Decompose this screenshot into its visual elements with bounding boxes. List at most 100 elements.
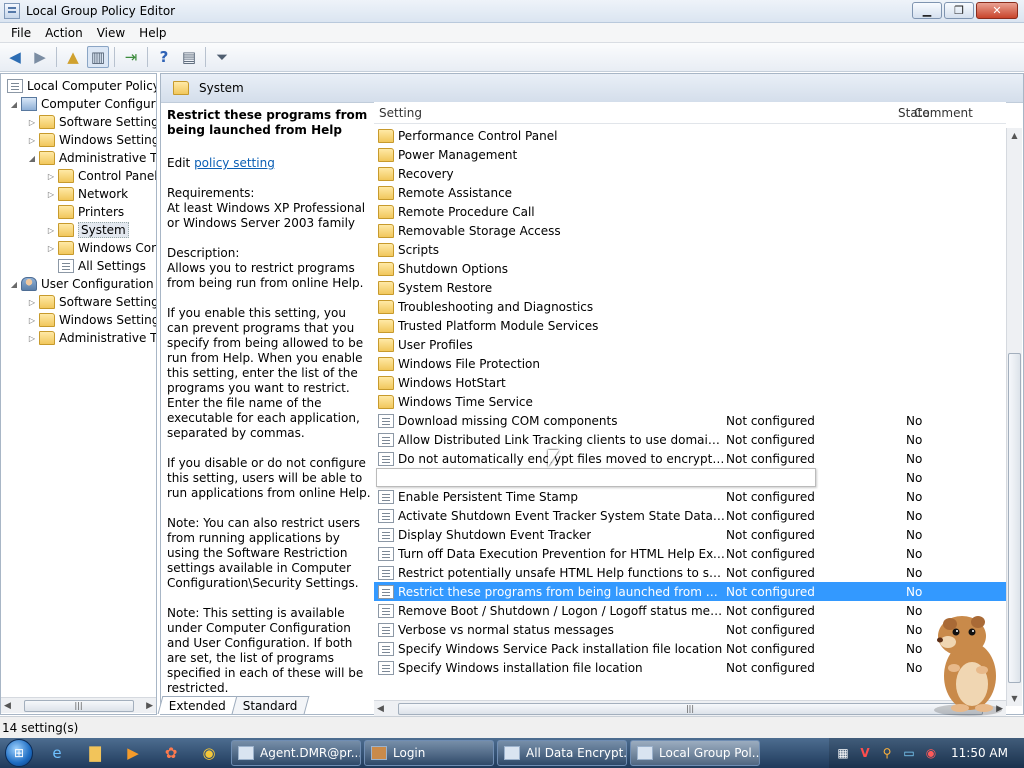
expand-triangle-icon[interactable]: ▷: [27, 316, 37, 325]
taskbar-item-login[interactable]: Login: [364, 740, 494, 766]
column-state[interactable]: State: [726, 106, 930, 120]
folder-row[interactable]: Windows File Protection: [374, 354, 1006, 373]
properties-icon[interactable]: ▤: [178, 46, 200, 68]
folder-row[interactable]: Power Management: [374, 145, 1006, 164]
tree-item-user-configuration[interactable]: ◢ User Configuration: [9, 275, 154, 293]
tree-scroll-thumb[interactable]: |||: [23, 699, 134, 712]
export-list-icon[interactable]: ⇥: [120, 46, 142, 68]
tree-item-administrative-templates[interactable]: ◢ Administrative Te: [27, 149, 156, 167]
up-folder-icon[interactable]: ▲: [62, 46, 84, 68]
policy-row[interactable]: Activate Shutdown Event Tracker System S…: [374, 506, 1006, 525]
antivirus-icon[interactable]: V: [857, 745, 873, 761]
taskbar-item-data-encryption[interactable]: All Data Encrypt...: [497, 740, 627, 766]
tree-item-software-settings[interactable]: ▷ Software Settings: [27, 113, 156, 131]
policy-row[interactable]: Download missing COM components Not confi…: [374, 411, 1006, 430]
folder-row[interactable]: System Restore: [374, 278, 1006, 297]
policy-row[interactable]: Display Shutdown Event Tracker Not config…: [374, 525, 1006, 544]
app-launcher-icon[interactable]: ✿: [152, 739, 190, 767]
policy-row[interactable]: Restrict these programs from being launc…: [374, 582, 1006, 601]
menu-help[interactable]: Help: [132, 26, 173, 40]
filter-icon[interactable]: ⏷: [211, 46, 233, 68]
expand-triangle-icon[interactable]: ▷: [46, 190, 56, 199]
policy-row[interactable]: Enable Persistent Time Stamp Not configur…: [374, 487, 1006, 506]
policy-row[interactable]: Restrict potentially unsafe HTML Help fu…: [374, 563, 1006, 582]
policy-row[interactable]: Do not automatically encrypt files moved…: [374, 449, 1006, 468]
folder-row[interactable]: Windows HotStart: [374, 373, 1006, 392]
tree-item-network[interactable]: ▷ Network: [46, 185, 128, 203]
folder-row[interactable]: Shutdown Options: [374, 259, 1006, 278]
folder-row[interactable]: Scripts: [374, 240, 1006, 259]
menu-file[interactable]: File: [4, 26, 38, 40]
tree-item-user-software-settings[interactable]: ▷ Software Settings: [27, 293, 156, 311]
folder-row[interactable]: Trusted Platform Module Services: [374, 316, 1006, 335]
folder-row[interactable]: Remote Assistance: [374, 183, 1006, 202]
network-tray-icon[interactable]: ▭: [901, 745, 917, 761]
tab-standard[interactable]: Standard: [231, 696, 310, 714]
policy-row[interactable]: Allow Distributed Link Tracking clients …: [374, 430, 1006, 449]
tree-horizontal-scrollbar[interactable]: ◀ ||| ▶: [1, 697, 156, 713]
policy-row[interactable]: Remove Boot / Shutdown / Logon / Logoff …: [374, 601, 1006, 620]
start-button[interactable]: ⊞: [0, 738, 38, 768]
folder-row[interactable]: Remote Procedure Call: [374, 202, 1006, 221]
collapse-triangle-icon[interactable]: ◢: [9, 100, 19, 109]
folder-row[interactable]: Recovery: [374, 164, 1006, 183]
policy-row[interactable]: Specify Windows installation file locati…: [374, 658, 1006, 677]
expand-triangle-icon[interactable]: ▷: [46, 226, 56, 235]
folder-row[interactable]: Removable Storage Access: [374, 221, 1006, 240]
forward-arrow-icon[interactable]: ▶: [29, 46, 51, 68]
tree-item-system[interactable]: ▷ System: [46, 221, 129, 239]
file-explorer-icon[interactable]: ▇: [76, 739, 114, 767]
tree-item-all-settings[interactable]: All Settings: [46, 257, 146, 275]
column-comment[interactable]: Comment: [906, 106, 973, 120]
expand-triangle-icon[interactable]: ▷: [27, 118, 37, 127]
column-setting[interactable]: Setting: [374, 106, 726, 120]
media-player-icon[interactable]: ▶: [114, 739, 152, 767]
menu-view[interactable]: View: [90, 26, 132, 40]
expand-triangle-icon[interactable]: ▷: [27, 334, 37, 343]
policy-row[interactable]: Specify Windows Service Pack installatio…: [374, 639, 1006, 658]
expand-triangle-icon[interactable]: ▷: [46, 172, 56, 181]
maximize-button[interactable]: ❐: [944, 2, 974, 19]
scroll-left-arrow-icon[interactable]: ◀: [4, 701, 11, 711]
folder-row[interactable]: Troubleshooting and Diagnostics: [374, 297, 1006, 316]
list-hscroll-thumb[interactable]: |||: [397, 702, 983, 715]
tab-extended[interactable]: Extended: [157, 696, 238, 714]
collapse-triangle-icon[interactable]: ◢: [27, 154, 37, 163]
policy-setting-link[interactable]: policy setting: [194, 156, 275, 170]
list-horizontal-scrollbar[interactable]: ◀ ||| ▶: [374, 700, 1006, 716]
policy-row[interactable]: Turn off Data Execution Prevention for H…: [374, 544, 1006, 563]
expand-triangle-icon[interactable]: ▷: [27, 136, 37, 145]
minimize-button[interactable]: ▁: [912, 2, 942, 19]
scroll-up-arrow-icon[interactable]: ▲: [1007, 128, 1022, 143]
chrome-icon[interactable]: ◉: [190, 739, 228, 767]
policy-row[interactable]: Verbose vs normal status messages Not con…: [374, 620, 1006, 639]
tree-item-user-windows-settings[interactable]: ▷ Windows Setting: [27, 311, 156, 329]
taskbar-item-group-policy[interactable]: Local Group Pol...: [630, 740, 760, 766]
tree-item-computer-configuration[interactable]: ◢ Computer Configura: [9, 95, 156, 113]
internet-explorer-icon[interactable]: e: [38, 739, 76, 767]
menu-action[interactable]: Action: [38, 26, 90, 40]
close-button[interactable]: ✕: [976, 2, 1018, 19]
scroll-left-arrow-icon[interactable]: ◀: [377, 704, 384, 714]
folder-row[interactable]: Windows Time Service: [374, 392, 1006, 411]
expand-triangle-icon[interactable]: ▷: [27, 298, 37, 307]
collapse-triangle-icon[interactable]: ◢: [9, 280, 19, 289]
tree-item-windows-settings[interactable]: ▷ Windows Setting: [27, 131, 156, 149]
back-arrow-icon[interactable]: ◀: [4, 46, 26, 68]
tree-item-printers[interactable]: Printers: [46, 203, 124, 221]
folder-row[interactable]: User Profiles: [374, 335, 1006, 354]
recording-tray-icon[interactable]: ◉: [923, 745, 939, 761]
tree-item-control-panel[interactable]: ▷ Control Panel: [46, 167, 156, 185]
folder-row[interactable]: Performance Control Panel: [374, 126, 1006, 145]
search-tray-icon[interactable]: ⚲: [879, 745, 895, 761]
expand-triangle-icon[interactable]: ▷: [46, 244, 56, 253]
help-icon[interactable]: ?: [153, 46, 175, 68]
tree-item-windows-components[interactable]: ▷ Windows Cor: [46, 239, 156, 257]
scroll-right-arrow-icon[interactable]: ▶: [146, 701, 153, 711]
tree-item-local-computer-policy[interactable]: Local Computer Policy: [5, 77, 156, 95]
show-hide-tree-icon[interactable]: ▥: [87, 46, 109, 68]
tree-item-user-administrative-templates[interactable]: ▷ Administrative Te: [27, 329, 156, 347]
tray-app-icon[interactable]: ▦: [835, 745, 851, 761]
taskbar-item-agent[interactable]: Agent.DMR@pr...: [231, 740, 361, 766]
clock[interactable]: 11:50 AM: [951, 746, 1008, 760]
